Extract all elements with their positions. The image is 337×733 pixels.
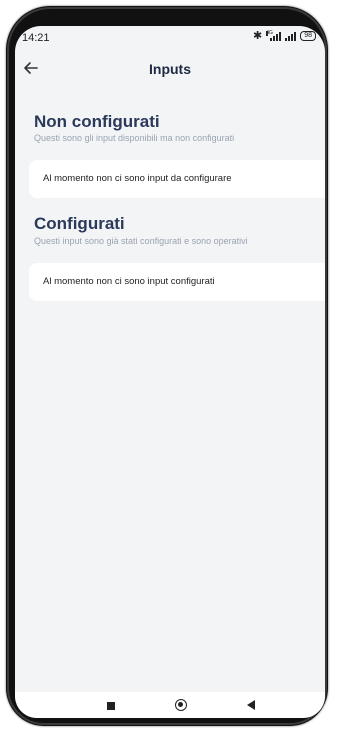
card-configurati: Al momento non ci sono input configurati (29, 263, 325, 301)
bluetooth-icon: ✱ (252, 30, 263, 42)
status-time: 14:21 (22, 32, 50, 44)
section-title-configurati: Configurati (34, 214, 125, 233)
section-subtitle-configurati: Questi input sono già stati configurati … (34, 236, 248, 246)
recents-square-icon[interactable] (107, 702, 115, 710)
signal-icon-2 (285, 31, 297, 41)
card-empty-message: Al momento non ci sono input da configur… (43, 173, 232, 184)
signal-icon: 4G (266, 30, 282, 41)
home-circle-icon[interactable] (175, 699, 187, 711)
network-type-label: 4G (266, 30, 273, 36)
app-header: Inputs (15, 56, 325, 86)
battery-icon: 98 (300, 31, 316, 41)
back-triangle-icon[interactable] (247, 700, 255, 710)
system-nav-bar (15, 692, 325, 718)
app-screen: 14:21 ✱ 4G 98 Inputs Non configurati Que… (15, 26, 325, 718)
card-non-configurati: Al momento non ci sono input da configur… (29, 160, 325, 198)
card-empty-message: Al momento non ci sono input configurati (43, 276, 215, 287)
section-title-non-configurati: Non configurati (34, 112, 160, 131)
section-subtitle-non-configurati: Questi sono gli input disponibili ma non… (34, 133, 235, 143)
status-bar: 14:21 ✱ 4G 98 (15, 26, 325, 46)
phone-frame: 14:21 ✱ 4G 98 Inputs Non configurati Que… (6, 6, 328, 726)
status-icons: ✱ 4G 98 (252, 30, 316, 42)
page-title: Inputs (149, 61, 191, 77)
